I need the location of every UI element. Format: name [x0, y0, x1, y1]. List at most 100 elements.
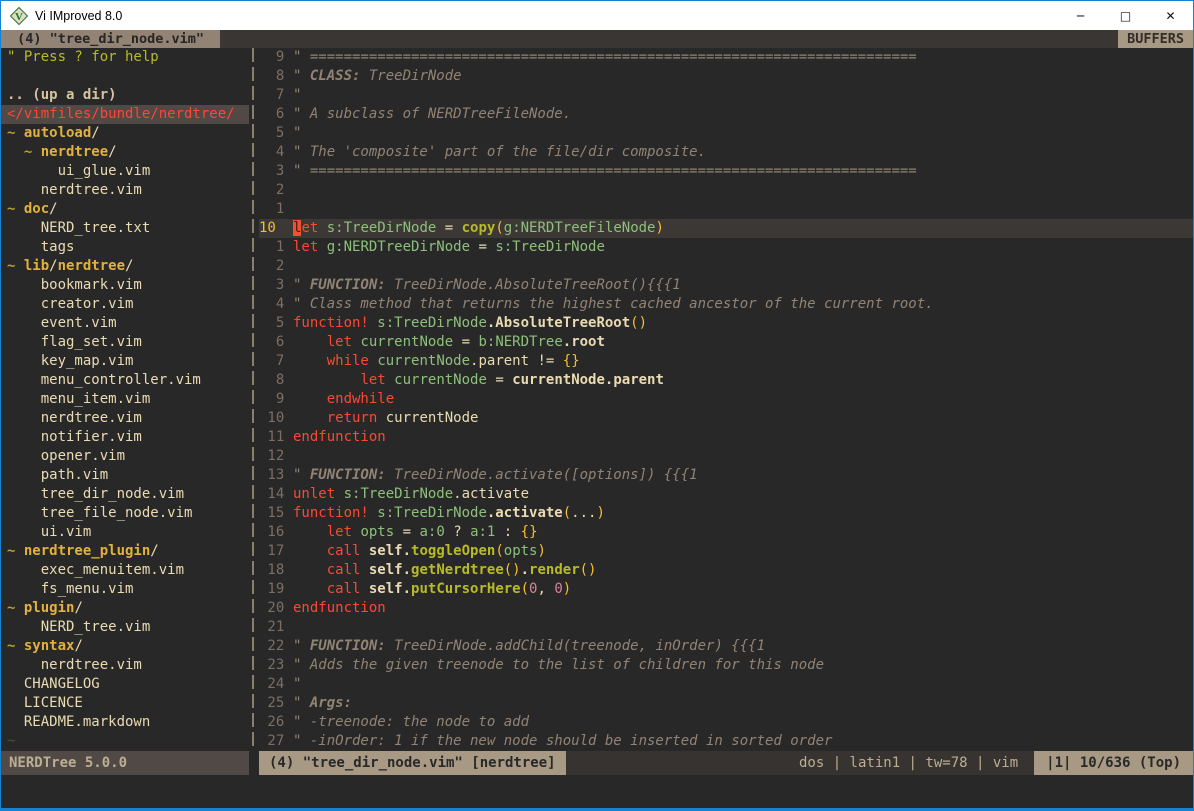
code-line[interactable]: 13 " FUNCTION: TreeDirNode.activate([opt… [259, 466, 1193, 485]
buffers-label[interactable]: BUFFERS [1118, 30, 1193, 48]
tree-row[interactable]: tree_file_node.vim [1, 504, 249, 523]
token: Args: [310, 695, 352, 711]
tree-row[interactable]: CHANGELOG [1, 675, 249, 694]
code-line[interactable]: 1 let g:NERDTreeDirNode = s:TreeDirNode [259, 238, 1193, 257]
code-line[interactable]: 10 return currentNode [259, 409, 1193, 428]
token: putCursorHere [411, 581, 521, 597]
code-line[interactable]: 3 " FUNCTION: TreeDirNode.AbsoluteTreeRo… [259, 276, 1193, 295]
tree-row[interactable]: tags [1, 238, 249, 257]
tree-row[interactable]: creator.vim [1, 295, 249, 314]
code-line[interactable]: 16 let opts = a:0 ? a:1 : {} [259, 523, 1193, 542]
token: " [293, 676, 301, 692]
tree-row[interactable]: key_map.vim [1, 352, 249, 371]
minimize-button[interactable]: ─ [1058, 1, 1103, 30]
code-line[interactable]: 4 " The 'composite' part of the file/dir… [259, 143, 1193, 162]
tree-row[interactable]: ~ nerdtree_plugin/ [1, 542, 249, 561]
tree-row[interactable]: tree_dir_node.vim [1, 485, 249, 504]
token: bookmark.vim [7, 277, 142, 293]
code-line[interactable]: 9 " ====================================… [259, 48, 1193, 67]
code-line[interactable]: 9 endwhile [259, 390, 1193, 409]
line-text: let opts = a:0 ? a:1 : {} [293, 523, 538, 542]
tree-row[interactable]: ~ autoload/ [1, 124, 249, 143]
code-line[interactable]: 21 [259, 618, 1193, 637]
tree-row[interactable]: menu_item.vim [1, 390, 249, 409]
tree-row[interactable]: nerdtree.vim [1, 656, 249, 675]
code-line[interactable]: 27 " -inOrder: 1 if the new node should … [259, 732, 1193, 751]
tree-row[interactable]: ~ nerdtree/ [1, 143, 249, 162]
code-line[interactable]: 2 [259, 257, 1193, 276]
tree-row[interactable]: fs_menu.vim [1, 580, 249, 599]
code-line[interactable]: 6 let currentNode = b:NERDTree.root [259, 333, 1193, 352]
tree-row[interactable]: event.vim [1, 314, 249, 333]
tree-root-row[interactable]: </vimfiles/bundle/nerdtree/ [1, 105, 249, 124]
code-line[interactable]: 19 call self.putCursorHere(0, 0) [259, 580, 1193, 599]
code-line[interactable]: 1 [259, 200, 1193, 219]
code-line[interactable]: 18 call self.getNerdtree().render() [259, 561, 1193, 580]
token: TreeDirNode [360, 68, 461, 84]
token: = [470, 239, 495, 255]
tree-row[interactable]: nerdtree.vim [1, 181, 249, 200]
tree-row[interactable]: ~ syntax/ [1, 637, 249, 656]
tree-row[interactable]: " Press ? for help [1, 48, 249, 67]
line-number: 21 [259, 618, 293, 637]
token: call [327, 543, 361, 559]
command-line[interactable] [1, 775, 1193, 808]
tree-row[interactable]: LICENCE [1, 694, 249, 713]
tree-row[interactable]: nerdtree.vim [1, 409, 249, 428]
code-line[interactable]: 20 endfunction [259, 599, 1193, 618]
code-line[interactable]: 7 while currentNode.parent != {} [259, 352, 1193, 371]
code-line[interactable]: 12 [259, 447, 1193, 466]
tree-row[interactable]: flag_set.vim [1, 333, 249, 352]
code-line[interactable]: 5 function! s:TreeDirNode.AbsoluteTreeRo… [259, 314, 1193, 333]
token [293, 562, 327, 578]
code-line[interactable]: 8 let currentNode = currentNode.parent [259, 371, 1193, 390]
code-line[interactable]: 6 " A subclass of NERDTreeFileNode. [259, 105, 1193, 124]
code-line[interactable]: 26 " -treenode: the node to add [259, 713, 1193, 732]
statusline-filename: (4) "tree_dir_node.vim" [nerdtree] [259, 751, 566, 775]
code-line[interactable]: 11 endfunction [259, 428, 1193, 447]
tab-tree-dir-node[interactable]: (4) "tree_dir_node.vim" [1, 30, 220, 48]
tree-row[interactable]: README.markdown [1, 713, 249, 732]
token: ( [563, 505, 571, 521]
code-line[interactable]: 23 " Adds the given treenode to the list… [259, 656, 1193, 675]
code-line[interactable]: 4 " Class method that returns the highes… [259, 295, 1193, 314]
code-line[interactable]: 7 " [259, 86, 1193, 105]
tree-row[interactable]: path.vim [1, 466, 249, 485]
tree-row[interactable]: ui.vim [1, 523, 249, 542]
code-line[interactable]: 22 " FUNCTION: TreeDirNode.addChild(tree… [259, 637, 1193, 656]
token: opts [360, 524, 394, 540]
tree-row[interactable]: notifier.vim [1, 428, 249, 447]
tree-row[interactable]: bookmark.vim [1, 276, 249, 295]
code-line[interactable]: 24 " [259, 675, 1193, 694]
tree-row[interactable]: ~ plugin/ [1, 599, 249, 618]
window-split-separator[interactable] [249, 48, 259, 751]
token: nerdtree [58, 258, 125, 274]
code-line[interactable]: 5 " [259, 124, 1193, 143]
code-line[interactable]: 25 " Args: [259, 694, 1193, 713]
tree-row[interactable] [1, 67, 249, 86]
token: g:NERDTreeFileNode [504, 220, 656, 236]
tree-row[interactable]: NERD_tree.txt [1, 219, 249, 238]
maximize-button[interactable]: □ [1103, 1, 1148, 30]
code-line[interactable]: 17 call self.toggleOpen(opts) [259, 542, 1193, 561]
line-number: 24 [259, 675, 293, 694]
tree-row[interactable]: ui_glue.vim [1, 162, 249, 181]
tree-row[interactable]: ~ doc/ [1, 200, 249, 219]
tree-row[interactable]: exec_menuitem.vim [1, 561, 249, 580]
tree-row[interactable]: opener.vim [1, 447, 249, 466]
code-line[interactable]: 8 " CLASS: TreeDirNode [259, 67, 1193, 86]
code-line[interactable]: 2 [259, 181, 1193, 200]
tree-row[interactable]: menu_controller.vim [1, 371, 249, 390]
code-line[interactable]: 3 " ====================================… [259, 162, 1193, 181]
code-line-current[interactable]: 10 let s:TreeDirNode = copy(g:NERDTreeFi… [259, 219, 1193, 238]
line-text: while currentNode.parent != {} [293, 352, 580, 371]
tree-row[interactable]: ~ lib/nerdtree/ [1, 257, 249, 276]
tree-row[interactable]: NERD_tree.vim [1, 618, 249, 637]
close-button[interactable]: ✕ [1148, 1, 1193, 30]
code-line[interactable]: 15 function! s:TreeDirNode.activate(...) [259, 504, 1193, 523]
tree-row[interactable]: .. (up a dir) [1, 86, 249, 105]
tree-row[interactable]: ~ [1, 732, 249, 751]
code-line[interactable]: 14 unlet s:TreeDirNode.activate [259, 485, 1193, 504]
token: render [529, 562, 580, 578]
token: NERD_tree.vim [7, 619, 150, 635]
